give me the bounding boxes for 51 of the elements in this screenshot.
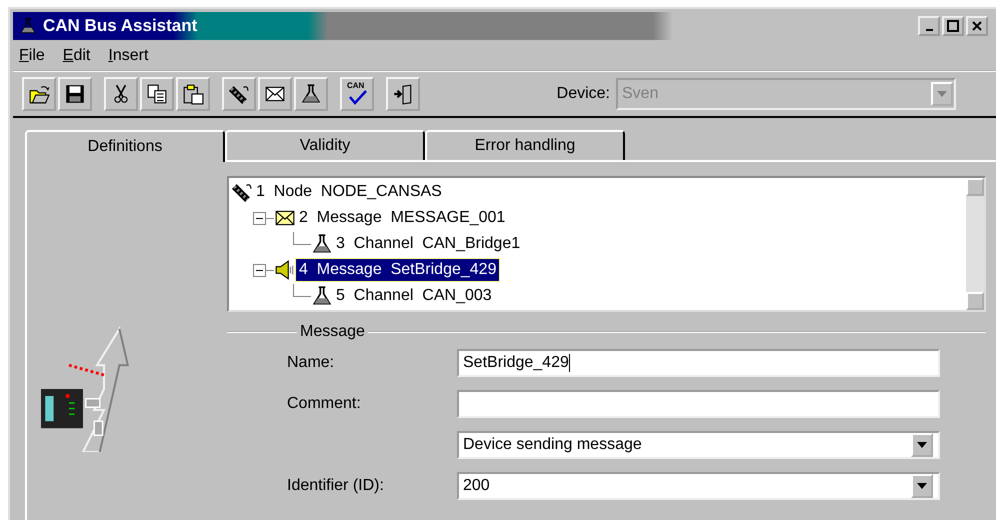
close-button[interactable] [966,16,988,36]
flask-icon [311,285,333,307]
toolbar-button[interactable] [58,77,92,111]
toolbar-button[interactable] [176,77,210,111]
tab[interactable]: Validity [225,130,425,160]
tab[interactable]: Definitions [25,130,225,162]
field-label: Comment: [287,394,362,414]
menu-item[interactable]: File [19,44,45,68]
icon-label: CAN [347,82,364,90]
dropdown-field[interactable]: 200 [457,472,940,500]
minimize-button[interactable] [918,16,940,36]
dropdown-field[interactable]: Device sending message [457,430,940,458]
input-field[interactable]: SetBridge_429 [457,348,940,376]
field-label: Identifier (ID): [287,476,385,496]
flask-icon [19,17,37,35]
flask-icon [300,83,322,105]
menu-item[interactable]: Edit [62,44,90,68]
toolbar-button[interactable] [386,77,420,111]
group-title: Message [299,324,366,340]
expander-icon[interactable] [253,264,266,276]
minimize-icon [926,29,932,31]
tree-item[interactable]: 3 Channel CAN_Bridge1 [333,233,524,255]
tree-item[interactable]: 4 Message SetBridge_429 [296,259,500,281]
device-label: Device: [556,84,610,104]
toolbar-button[interactable] [258,77,292,111]
tree-item[interactable]: 1 Node NODE_CANSAS [253,181,445,203]
toolbar-button[interactable] [222,77,256,111]
toolbar-button[interactable] [104,77,138,111]
cable-icon [231,181,253,203]
toolbar-button[interactable] [294,77,328,111]
input-field[interactable] [457,390,940,418]
field-label: Name: [287,352,336,372]
folder-icon [28,83,50,105]
maximize-button[interactable] [942,16,964,36]
tab[interactable]: Error handling [425,130,625,160]
scrollbar[interactable] [966,178,984,310]
copy-icon [146,83,168,105]
window-title: CAN Bus Assistant [43,15,198,38]
flask-icon [311,233,333,255]
clipboard-icon [182,83,204,105]
toolbar-button[interactable] [140,77,174,111]
tree-item[interactable]: 5 Channel CAN_003 [333,285,495,307]
maximize-icon [946,19,960,33]
tree-item[interactable]: 2 Message MESSAGE_001 [296,207,508,229]
cable-icon [228,83,250,105]
exit-door-icon [392,83,414,105]
expander-icon[interactable] [253,212,266,224]
close-icon [970,19,984,33]
toolbar-button[interactable]: CAN [340,77,374,111]
menu-item[interactable]: Insert [108,44,148,68]
toolbar-button[interactable] [22,77,56,111]
